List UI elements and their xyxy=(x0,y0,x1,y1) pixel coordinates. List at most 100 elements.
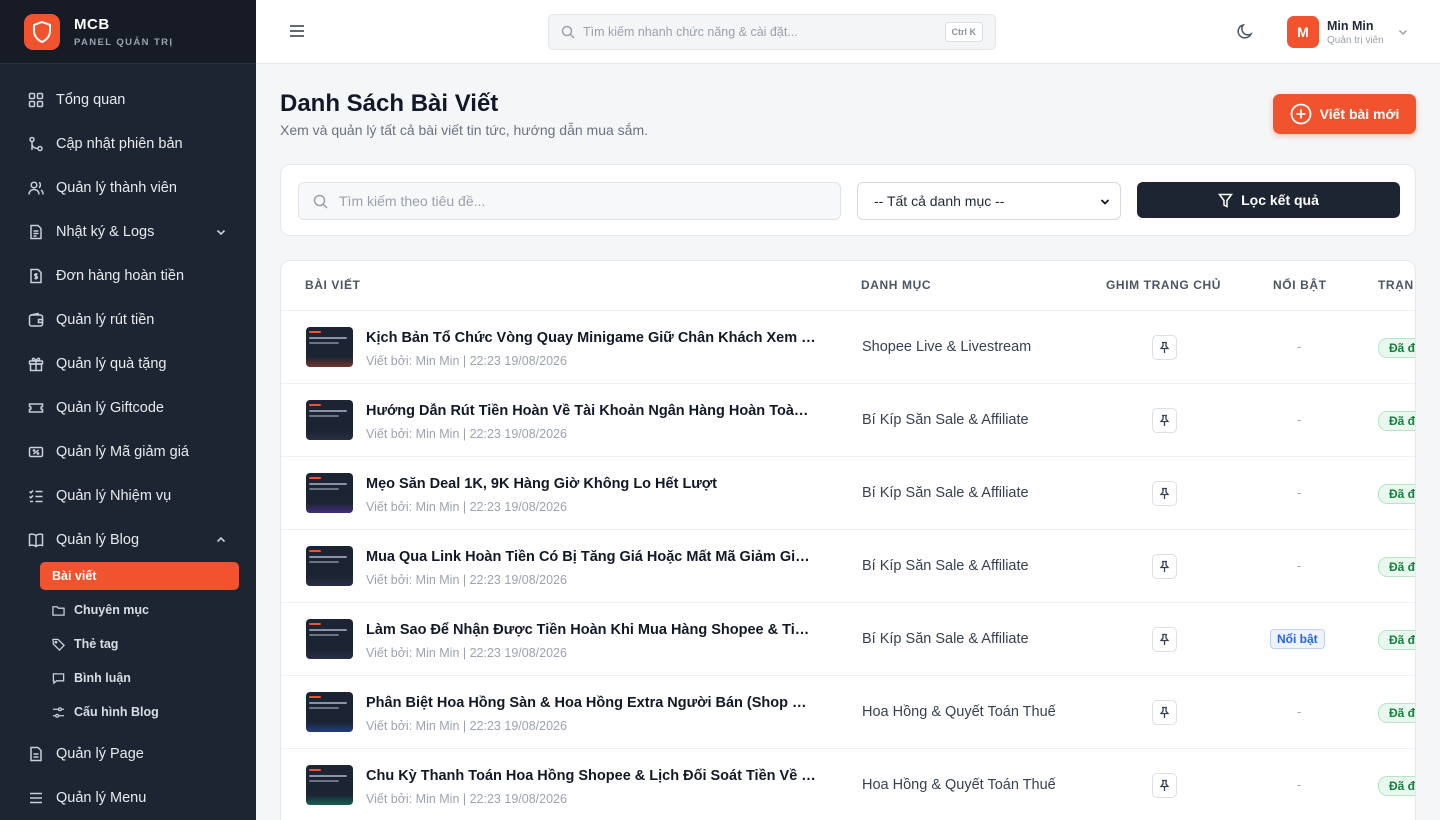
post-title[interactable]: Hướng Dẫn Rút Tiền Hoàn Về Tài Khoản Ngâ… xyxy=(366,403,816,419)
sidebar-item-version-update[interactable]: Cập nhật phiên bản xyxy=(0,122,256,166)
thumbnail-line xyxy=(309,629,347,631)
pin-toggle-button[interactable] xyxy=(1152,700,1177,725)
sidebar-item-giftcode[interactable]: Quản lý Giftcode xyxy=(0,386,256,430)
featured-empty: - xyxy=(1297,558,1302,573)
sidebar-item-blog[interactable]: Quản lý Blog xyxy=(0,518,256,562)
pin-toggle-button[interactable] xyxy=(1152,481,1177,506)
blog-submenu: Bài viết Chuyên mục Thẻ tag Bình luận Cấ… xyxy=(0,562,256,726)
sidebar-item-menus[interactable]: Quản lý Menu xyxy=(0,776,256,820)
thumbnail-line xyxy=(309,488,339,490)
post-title[interactable]: Kịch Bản Tổ Chức Vòng Quay Minigame Giữ … xyxy=(366,330,816,346)
table-row[interactable]: Kịch Bản Tổ Chức Vòng Quay Minigame Giữ … xyxy=(281,311,1415,384)
thumbnail-accent xyxy=(309,550,321,552)
post-category: Bí Kíp Săn Sale & Affiliate xyxy=(862,412,1029,428)
settings-icon xyxy=(52,706,65,718)
sidebar-subitem-posts[interactable]: Bài viết xyxy=(40,562,239,590)
sidebar-item-gifts[interactable]: Quản lý quà tặng xyxy=(0,342,256,386)
sidebar-item-label: Quản lý thành viên xyxy=(56,180,177,196)
column-header-pin-home[interactable]: GHIM TRANG CHỦ xyxy=(1106,278,1221,292)
category-select[interactable]: -- Tất cả danh mục -- xyxy=(857,182,1121,220)
pin-icon xyxy=(1159,706,1170,718)
checklist-icon xyxy=(28,489,43,503)
pin-toggle-button[interactable] xyxy=(1152,335,1177,360)
sidebar-item-vouchers[interactable]: Quản lý Mã giảm giá xyxy=(0,430,256,474)
sidebar-item-dashboard[interactable]: Tổng quan xyxy=(0,78,256,122)
sidebar-item-label: Quản lý Page xyxy=(56,746,144,762)
sidebar-subitem-blog-settings[interactable]: Cấu hình Blog xyxy=(40,698,239,726)
sidebar-item-label: Quản lý rút tiền xyxy=(56,312,155,328)
column-header-post[interactable]: BÀI VIẾT xyxy=(305,278,360,292)
post-meta: Viết bởi: Min Min | 22:23 19/08/2026 xyxy=(366,354,567,368)
column-header-status[interactable]: TRẠN xyxy=(1378,278,1414,292)
column-header-category[interactable]: DANH MỤC xyxy=(861,278,931,292)
pin-toggle-button[interactable] xyxy=(1152,773,1177,798)
moon-icon[interactable] xyxy=(1236,23,1254,41)
sidebar-item-label: Quản lý Nhiệm vụ xyxy=(56,488,172,504)
sidebar-subitem-comments[interactable]: Bình luận xyxy=(40,664,239,692)
post-title[interactable]: Phân Biệt Hoa Hồng Sàn & Hoa Hồng Extra … xyxy=(366,695,816,711)
pin-toggle-button[interactable] xyxy=(1152,554,1177,579)
shortcut-badge: Ctrl K xyxy=(944,22,983,42)
sidebar-item-members[interactable]: Quản lý thành viên xyxy=(0,166,256,210)
thumbnail-line xyxy=(309,634,339,636)
featured-empty: - xyxy=(1297,704,1302,719)
thumbnail-line xyxy=(309,775,347,777)
sidebar-item-withdrawals[interactable]: Quản lý rút tiền xyxy=(0,298,256,342)
sidebar-item-label: Nhật ký & Logs xyxy=(56,224,155,240)
hamburger-menu-icon[interactable] xyxy=(288,22,306,40)
filter-button-label: Lọc kết quả xyxy=(1241,192,1319,208)
post-category: Shopee Live & Livestream xyxy=(862,339,1032,355)
post-thumbnail[interactable] xyxy=(306,765,353,805)
post-title[interactable]: Mẹo Săn Deal 1K, 9K Hàng Giờ Không Lo Hế… xyxy=(366,476,816,492)
pin-toggle-button[interactable] xyxy=(1152,627,1177,652)
sidebar-item-logs[interactable]: Nhật ký & Logs xyxy=(0,210,256,254)
page-icon xyxy=(30,746,42,762)
quick-search-input[interactable]: Tìm kiếm nhanh chức năng & cài đặt... Ct… xyxy=(548,14,996,50)
table-row[interactable]: Mua Qua Link Hoàn Tiền Có Bị Tăng Giá Ho… xyxy=(281,530,1415,603)
tag-icon xyxy=(52,638,65,651)
sidebar-subitem-label: Thẻ tag xyxy=(74,637,119,651)
status-badge: Đã đ xyxy=(1378,411,1415,431)
post-title[interactable]: Mua Qua Link Hoàn Tiền Có Bị Tăng Giá Ho… xyxy=(366,549,816,565)
sidebar-subitem-label: Chuyên mục xyxy=(74,603,150,617)
page-subtitle: Xem và quản lý tất cả bài viết tin tức, … xyxy=(280,122,648,138)
sidebar: MCB PANEL QUẢN TRỊ Tổng quan Cập nhật ph… xyxy=(0,0,256,820)
title-search-input[interactable] xyxy=(339,193,819,209)
pin-toggle-button[interactable] xyxy=(1152,408,1177,433)
post-thumbnail[interactable] xyxy=(306,546,353,586)
post-title[interactable]: Làm Sao Để Nhận Được Tiền Hoàn Khi Mua H… xyxy=(366,622,816,638)
new-post-button[interactable]: Viết bài mới xyxy=(1273,94,1416,134)
sidebar-item-tasks[interactable]: Quản lý Nhiệm vụ xyxy=(0,474,256,518)
thumbnail-accent xyxy=(309,404,321,406)
pin-icon xyxy=(1159,560,1170,572)
post-meta: Viết bởi: Min Min | 22:23 19/08/2026 xyxy=(366,792,567,806)
post-thumbnail[interactable] xyxy=(306,692,353,732)
post-thumbnail[interactable] xyxy=(306,327,353,367)
user-menu[interactable]: M Min Min Quản trị viên xyxy=(1287,16,1408,48)
table-row[interactable]: Hướng Dẫn Rút Tiền Hoàn Về Tài Khoản Ngâ… xyxy=(281,384,1415,457)
thumbnail-line xyxy=(309,337,347,339)
category-select-value: -- Tất cả danh mục -- xyxy=(874,193,1005,209)
sidebar-subitem-tags[interactable]: Thẻ tag xyxy=(40,630,239,658)
table-row[interactable]: Chu Kỳ Thanh Toán Hoa Hồng Shopee & Lịch… xyxy=(281,749,1415,820)
post-thumbnail[interactable] xyxy=(306,473,353,513)
user-role: Quản trị viên xyxy=(1327,34,1384,46)
post-thumbnail[interactable] xyxy=(306,619,353,659)
title-search-field[interactable] xyxy=(298,182,841,220)
post-thumbnail[interactable] xyxy=(306,400,353,440)
thumbnail-glow xyxy=(306,649,353,659)
thumbnail-glow xyxy=(306,503,353,513)
sidebar-item-refund-orders[interactable]: Đơn hàng hoàn tiền xyxy=(0,254,256,298)
brand[interactable]: MCB PANEL QUẢN TRỊ xyxy=(0,0,256,64)
book-icon xyxy=(28,533,44,548)
table-row[interactable]: Phân Biệt Hoa Hồng Sàn & Hoa Hồng Extra … xyxy=(281,676,1415,749)
sidebar-item-pages[interactable]: Quản lý Page xyxy=(0,732,256,776)
posts-table: BÀI VIẾT DANH MỤC GHIM TRANG CHỦ NỔI BẬT… xyxy=(280,260,1416,820)
filter-button[interactable]: Lọc kết quả xyxy=(1137,182,1400,218)
sidebar-subitem-categories[interactable]: Chuyên mục xyxy=(40,596,239,624)
column-header-featured[interactable]: NỔI BẬT xyxy=(1273,278,1327,292)
table-row[interactable]: Mẹo Săn Deal 1K, 9K Hàng Giờ Không Lo Hế… xyxy=(281,457,1415,530)
table-row[interactable]: Làm Sao Để Nhận Được Tiền Hoàn Khi Mua H… xyxy=(281,603,1415,676)
post-category: Hoa Hồng & Quyết Toán Thuế xyxy=(862,704,1056,720)
post-title[interactable]: Chu Kỳ Thanh Toán Hoa Hồng Shopee & Lịch… xyxy=(366,768,816,784)
